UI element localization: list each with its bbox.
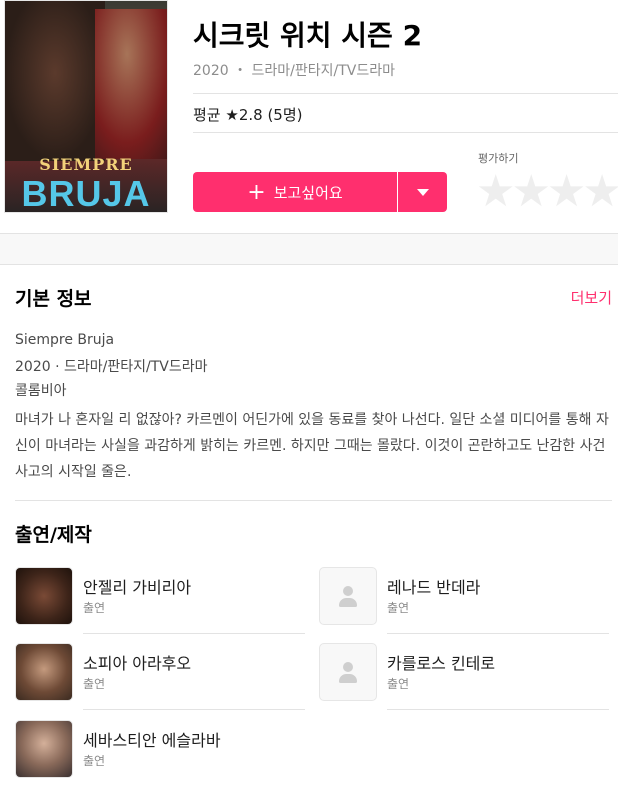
cast-name: 세바스티안 에슬라바 xyxy=(83,731,221,750)
cast-role: 출연 xyxy=(83,601,106,615)
poster-title-line2: BRUJA xyxy=(21,173,151,213)
divider xyxy=(193,132,618,133)
cast-name: 소피아 아라후오 xyxy=(83,654,192,673)
chevron-down-icon xyxy=(416,188,429,196)
cast-item[interactable]: 세바스티안 에슬라바 출연 xyxy=(15,720,305,796)
cast-name: 카를로스 킨테로 xyxy=(387,654,496,673)
cast-item[interactable]: 카를로스 킨테로 출연 xyxy=(319,643,609,719)
title-meta: 2020 ・ 드라마/판타지/TV드라마 xyxy=(193,63,396,79)
cast-role: 출연 xyxy=(387,601,410,615)
avatar xyxy=(15,567,73,625)
divider xyxy=(193,93,618,94)
cast-item[interactable]: 레나드 반데라 출연 xyxy=(319,567,609,643)
plus-icon: + xyxy=(247,179,266,205)
cast-role: 출연 xyxy=(83,677,106,691)
average-rating: 평균 ★2.8 (5명) xyxy=(193,106,303,124)
cast-role: 출연 xyxy=(387,677,410,691)
section-gap xyxy=(0,233,618,265)
more-options-button[interactable] xyxy=(398,172,447,212)
more-link[interactable]: 더보기 xyxy=(571,287,612,308)
page-title: 시크릿 위치 시즌 2 xyxy=(193,19,423,52)
divider xyxy=(15,500,612,501)
basic-info-heading: 기본 정보 xyxy=(15,288,92,310)
star-icon[interactable]: ★ xyxy=(511,166,551,217)
cast-item[interactable]: 소피아 아라후오 출연 xyxy=(15,643,305,719)
avatar xyxy=(15,720,73,778)
cast-item[interactable]: 안젤리 가비리아 출연 xyxy=(15,567,305,643)
cast-role: 출연 xyxy=(83,754,106,768)
cast-heading: 출연/제작 xyxy=(15,524,92,546)
original-title: Siempre Bruja xyxy=(15,332,115,348)
year-genre: 2020 · 드라마/판타지/TV드라마 xyxy=(15,359,208,375)
content-header: SIEMPRE BRUJA 시크릿 위치 시즌 2 2020 ・ 드라마/판타지… xyxy=(0,0,618,233)
cast-name: 안젤리 가비리아 xyxy=(83,578,192,597)
want-to-watch-button[interactable]: + 보고싶어요 xyxy=(193,172,397,212)
rating-stars[interactable]: ★★★★ xyxy=(476,166,618,217)
poster-title-line1: SIEMPRE xyxy=(39,155,133,174)
person-placeholder-icon xyxy=(337,585,359,607)
star-icon[interactable]: ★ xyxy=(476,166,516,217)
poster-image: SIEMPRE BRUJA xyxy=(4,0,168,213)
want-to-watch-label: 보고싶어요 xyxy=(273,183,343,202)
rate-label: 평가하기 xyxy=(478,152,519,165)
country: 콜롬비아 xyxy=(15,383,67,399)
star-icon[interactable]: ★ xyxy=(547,166,587,217)
description: 마녀가 나 혼자일 리 없잖아? 카르멘이 어딘가에 있을 동료를 찾아 나선다… xyxy=(15,412,609,480)
avatar xyxy=(15,643,73,701)
avatar xyxy=(319,643,377,701)
person-placeholder-icon xyxy=(337,661,359,683)
avatar xyxy=(319,567,377,625)
cast-name: 레나드 반데라 xyxy=(387,578,481,597)
star-icon[interactable]: ★ xyxy=(582,166,618,217)
